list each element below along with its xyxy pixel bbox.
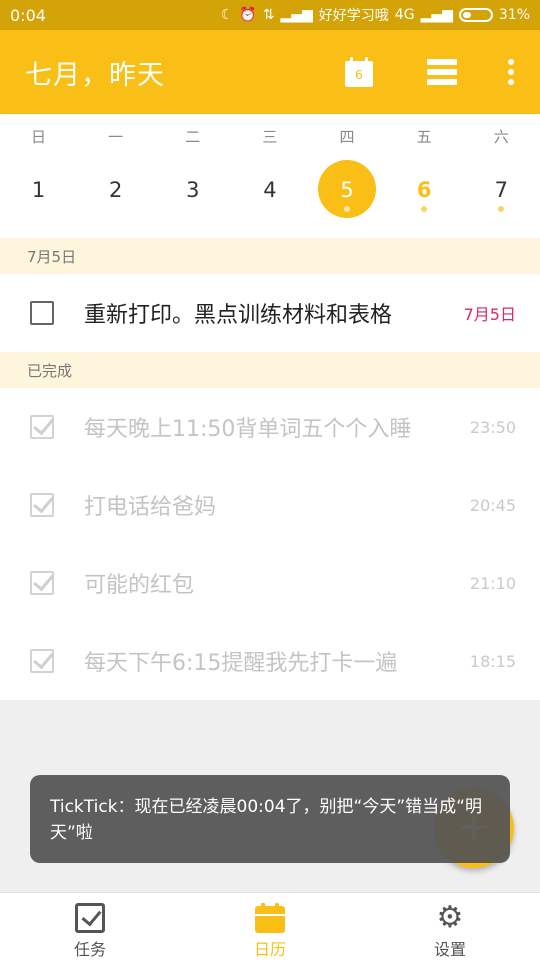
calendar-today-number: 6	[345, 61, 373, 87]
task-time: 23:50	[469, 417, 516, 437]
app-bar: 七月，昨天 6	[0, 30, 540, 114]
calendar-day[interactable]: 3	[154, 150, 231, 238]
battery-icon	[458, 8, 493, 22]
task-row-completed[interactable]: 每天晚上11:50背单词五个个入睡 23:50	[0, 388, 540, 466]
nav-settings[interactable]: ⚙ 设置	[360, 893, 540, 960]
weekday-label: 五	[416, 128, 432, 146]
day-number: 4	[263, 178, 277, 202]
status-bar: 0:04 ☾ ⏰ ⇅ ▂▄▆ 好好学习哦 4G ▂▄▆ 31%	[0, 0, 540, 30]
calendar-day[interactable]: 4	[231, 150, 308, 238]
task-row[interactable]: 重新打印。黑点训练材料和表格 7月5日	[0, 274, 540, 352]
calendar-day[interactable]: 1	[0, 150, 77, 238]
task-time: 20:45	[469, 495, 516, 515]
calendar-icon-ring	[275, 903, 279, 910]
day-number: 3	[186, 178, 200, 202]
signal-icon-2: ▂▄▆	[420, 7, 453, 23]
task-row-completed[interactable]: 每天下午6:15提醒我先打卡一遍 18:15	[0, 622, 540, 700]
page-title: 七月，昨天	[25, 59, 165, 91]
weekday-label: 一	[108, 128, 124, 146]
task-row-completed[interactable]: 可能的红包 21:10	[0, 544, 540, 622]
task-checkbox-checked[interactable]	[30, 649, 54, 673]
day-number: 7	[494, 178, 508, 202]
nav-label: 任务	[73, 940, 106, 959]
day-number: 2	[109, 178, 123, 202]
task-title: 重新打印。黑点训练材料和表格	[84, 303, 393, 328]
weekday-label: 四	[339, 128, 355, 146]
calendar-icon-line	[255, 914, 285, 916]
more-dot	[508, 59, 514, 65]
moon-icon: ☾	[220, 7, 234, 23]
alarm-icon: ⏰	[239, 7, 257, 23]
week-calendar: 日 一 二 三 四 五 六 1 2 3 4 5 6 7	[0, 114, 540, 238]
status-time: 0:04	[10, 5, 46, 25]
carrier-label: 好好学习哦	[318, 8, 389, 24]
day-number: 6	[416, 178, 432, 202]
signal-icon: ▂▄▆	[280, 7, 313, 23]
toast-message: TickTick：现在已经凌晨00:04了，别把“今天”错当成“明天”啦	[30, 775, 510, 863]
more-dot	[508, 79, 514, 85]
weekday-row: 日 一 二 三 四 五 六	[0, 114, 540, 150]
app-actions: 6	[345, 57, 515, 87]
task-checkbox-checked[interactable]	[30, 571, 54, 595]
section-header-completed: 已完成	[0, 352, 540, 388]
task-row-completed[interactable]: 打电话给爸妈 20:45	[0, 466, 540, 544]
calendar-day[interactable]: 2	[77, 150, 154, 238]
calendar-today-icon[interactable]: 6	[345, 57, 373, 87]
weekday-label: 日	[31, 128, 47, 146]
nav-calendar[interactable]: 日历	[180, 893, 360, 960]
list-view-icon[interactable]	[427, 59, 457, 85]
task-title: 每天下午6:15提醒我先打卡一遍	[84, 651, 398, 676]
data-icon: ⇅	[262, 7, 275, 23]
task-indicator-dot	[498, 206, 505, 212]
calendar-day[interactable]: 7	[463, 150, 540, 238]
task-title: 每天晚上11:50背单词五个个入睡	[84, 417, 412, 442]
weekday-label: 三	[262, 128, 278, 146]
task-time: 21:10	[469, 573, 516, 593]
weekday-label: 六	[493, 128, 509, 146]
more-dot	[508, 69, 514, 75]
day-number: 5	[340, 178, 354, 202]
more-vert-icon[interactable]	[507, 59, 515, 85]
list-bar	[427, 69, 457, 75]
task-list: 7月5日 重新打印。黑点训练材料和表格 7月5日 已完成 每天晚上11:50背单…	[0, 238, 540, 700]
day-number: 1	[31, 178, 46, 202]
task-title: 可能的红包	[84, 573, 195, 598]
task-title: 打电话给爸妈	[84, 495, 217, 520]
nav-label: 设置	[433, 940, 466, 959]
task-checkbox-checked[interactable]	[30, 493, 54, 517]
network-label: 4G	[394, 7, 415, 23]
nav-label: 日历	[253, 940, 286, 959]
calendar-day[interactable]: 5	[309, 150, 386, 238]
task-due-date: 7月5日	[463, 305, 516, 324]
task-check-icon	[75, 903, 105, 933]
screen: 0:04 ☾ ⏰ ⇅ ▂▄▆ 好好学习哦 4G ▂▄▆ 31% 七月，昨天 6	[0, 0, 540, 960]
calendar-day[interactable]: 6	[386, 150, 463, 238]
task-indicator-dot	[421, 206, 428, 212]
list-bar	[427, 59, 457, 65]
task-time: 18:15	[469, 651, 516, 671]
day-row: 1 2 3 4 5 6 7	[0, 150, 540, 238]
status-right: ☾ ⏰ ⇅ ▂▄▆ 好好学习哦 4G ▂▄▆ 31%	[221, 5, 530, 25]
calendar-icon-ring	[261, 903, 265, 910]
weekday-label: 二	[185, 128, 201, 146]
calendar-icon-body	[255, 906, 285, 933]
section-header-date: 7月5日	[0, 238, 540, 274]
calendar-icon	[255, 903, 285, 933]
nav-tasks[interactable]: 任务	[0, 893, 180, 960]
list-bar	[427, 79, 457, 85]
task-checkbox[interactable]	[30, 301, 54, 325]
bottom-nav: 任务 日历 ⚙ 设置	[0, 892, 540, 960]
gear-icon: ⚙	[436, 900, 464, 935]
battery-label: 31%	[498, 7, 530, 23]
task-checkbox-checked[interactable]	[30, 415, 54, 439]
